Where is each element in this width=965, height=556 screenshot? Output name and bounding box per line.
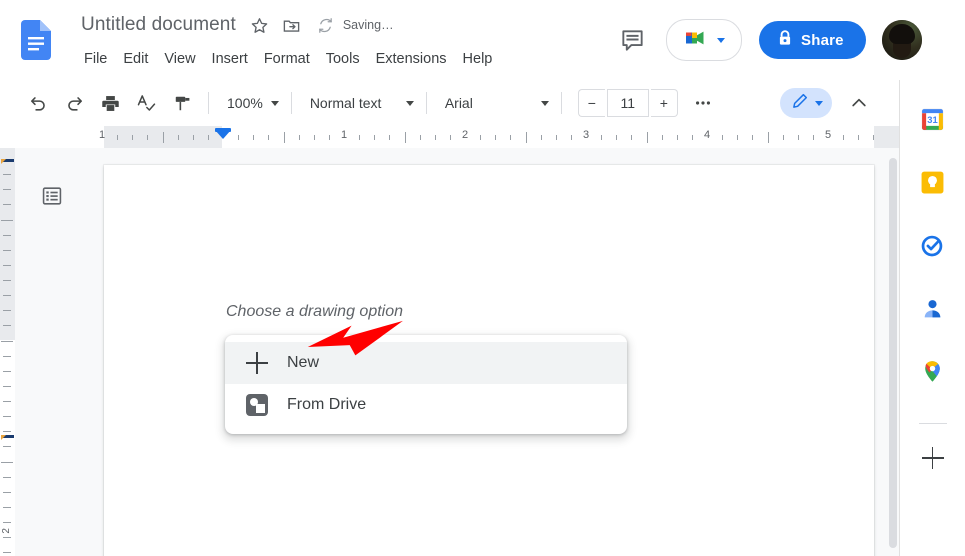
google-contacts-icon <box>920 296 945 326</box>
google-docs-window: Untitled document Saving… File Edit View… <box>0 0 965 556</box>
zoom-value: 100% <box>227 95 263 111</box>
sidebar-item-contacts[interactable] <box>913 291 953 331</box>
chevron-down-icon <box>405 100 414 106</box>
print-icon[interactable] <box>95 88 125 118</box>
save-status-group: Saving… <box>315 14 394 36</box>
menu-edit[interactable]: Edit <box>115 48 156 70</box>
paragraph-style-value: Normal text <box>309 95 382 111</box>
ruler-number: 3 <box>582 129 590 141</box>
menu-bar: File Edit View Insert Format Tools Exten… <box>76 46 500 72</box>
save-status-text: Saving… <box>342 18 394 32</box>
ruler-number: 5 <box>824 129 832 141</box>
paint-format-icon[interactable] <box>167 88 197 118</box>
toolbar-divider <box>560 92 562 114</box>
side-panel-divider <box>918 423 947 424</box>
side-panel: 31 <box>899 80 965 556</box>
indent-marker-icon[interactable] <box>215 130 231 139</box>
collapse-toolbar-icon[interactable] <box>844 88 874 118</box>
more-options-icon[interactable] <box>688 88 718 118</box>
document-title[interactable]: Untitled document <box>78 13 239 37</box>
zoom-dropdown[interactable]: 100% <box>217 88 283 118</box>
menu-insert[interactable]: Insert <box>204 48 256 70</box>
drawing-option-new-label: New <box>287 354 320 371</box>
edit-pencil-icon <box>791 92 809 115</box>
google-meet-icon <box>684 27 710 54</box>
vertical-indent-triangle <box>1 435 6 440</box>
drawing-option-new[interactable]: New <box>225 342 627 384</box>
ruler-number: 1 <box>98 129 106 141</box>
paragraph-style-dropdown[interactable]: Normal text <box>300 88 418 118</box>
chevron-down-icon <box>540 100 549 106</box>
vertical-scrollbar[interactable] <box>889 158 897 548</box>
toolbar-divider <box>208 92 209 114</box>
move-to-folder-icon[interactable] <box>281 14 303 36</box>
undo-icon[interactable] <box>23 88 53 118</box>
menu-file[interactable]: File <box>76 48 115 70</box>
share-button-label: Share <box>801 31 844 49</box>
menu-extensions[interactable]: Extensions <box>368 48 455 70</box>
ruler-right-margin <box>874 126 900 148</box>
spellcheck-icon[interactable] <box>131 88 161 118</box>
lock-icon <box>778 30 792 50</box>
font-family-value: Arial <box>444 95 473 111</box>
sidebar-item-keep[interactable] <box>913 165 953 205</box>
avatar[interactable] <box>881 20 922 60</box>
ruler-number: 2 <box>461 129 469 141</box>
plus-icon <box>246 352 268 374</box>
avatar-beard <box>892 42 911 58</box>
redo-icon[interactable] <box>59 88 89 118</box>
font-size-stepper: − 11 + <box>576 89 680 117</box>
google-tasks-icon <box>920 233 945 263</box>
chevron-down-icon <box>270 100 279 106</box>
sidebar-item-calendar[interactable]: 31 <box>913 102 953 142</box>
document-canvas: 2 Choose a drawing option New From Drive <box>0 148 900 556</box>
menu-view[interactable]: View <box>156 48 203 70</box>
font-size-increase-button[interactable]: + <box>650 89 678 117</box>
google-maps-icon <box>920 359 945 389</box>
document-outline-icon[interactable] <box>38 182 66 210</box>
drawing-chooser-prompt: Choose a drawing option <box>226 303 404 320</box>
google-calendar-icon: 31 <box>920 107 945 137</box>
vertical-ruler[interactable]: 2 <box>0 148 15 556</box>
header-actions: Share <box>612 14 922 66</box>
ruler-number: 4 <box>703 129 711 141</box>
drawing-option-from-drive-label: From Drive <box>287 396 367 413</box>
editing-mode-button[interactable] <box>779 88 832 118</box>
drawing-option-from-drive[interactable]: From Drive <box>225 384 627 426</box>
share-button[interactable]: Share <box>759 21 866 59</box>
toolbar-divider <box>290 92 292 114</box>
formatting-toolbar: 100% Normal text Arial − 11 + <box>0 80 900 126</box>
title-row: Untitled document Saving… <box>78 8 394 42</box>
ruler-number: 1 <box>340 129 348 141</box>
document-page[interactable]: Choose a drawing option New From Drive <box>104 165 874 556</box>
font-size-decrease-button[interactable]: − <box>577 89 605 117</box>
vruler-number: 2 <box>1 528 12 534</box>
drive-icon-square <box>256 404 265 413</box>
svg-text:31: 31 <box>927 115 937 125</box>
docs-logo-icon[interactable] <box>16 14 56 66</box>
menu-tools[interactable]: Tools <box>318 48 368 70</box>
sidebar-item-maps[interactable] <box>913 354 953 394</box>
vertical-indent-triangle <box>1 159 6 164</box>
chevron-down-icon <box>814 100 823 106</box>
add-on-plus-icon[interactable] <box>913 438 953 478</box>
toolbar-divider <box>425 92 427 114</box>
menu-help[interactable]: Help <box>455 48 501 70</box>
horizontal-ruler[interactable]: 1 1 2 3 4 5 <box>0 126 900 148</box>
avatar-hair <box>888 24 915 44</box>
font-family-dropdown[interactable]: Arial <box>435 88 553 118</box>
chevron-down-icon <box>716 37 725 43</box>
sync-icon <box>315 14 337 36</box>
star-icon[interactable] <box>249 14 271 36</box>
app-header: Untitled document Saving… File Edit View… <box>0 0 922 80</box>
google-meet-button[interactable] <box>666 19 742 61</box>
google-drive-file-icon <box>246 394 268 416</box>
google-keep-icon <box>920 170 945 200</box>
sidebar-item-tasks[interactable] <box>913 228 953 268</box>
drawing-option-menu: New From Drive <box>225 335 627 434</box>
font-size-value[interactable]: 11 <box>606 89 649 117</box>
menu-format[interactable]: Format <box>256 48 318 70</box>
comment-history-icon[interactable] <box>612 20 652 60</box>
